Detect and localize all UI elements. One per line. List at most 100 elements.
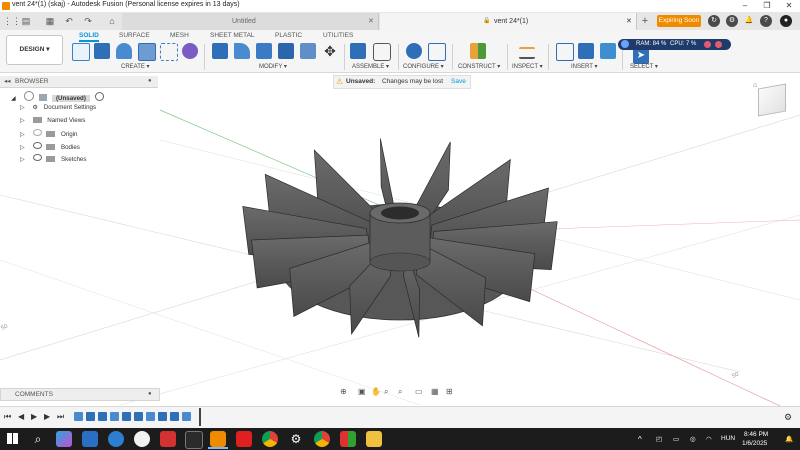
tab-untitled[interactable]: Untitled ✕: [122, 13, 379, 30]
chrome-profile-icon[interactable]: [314, 431, 330, 447]
go-to-start-icon[interactable]: ⏮: [4, 412, 11, 422]
play-icon[interactable]: ▶: [31, 412, 37, 421]
tab-close-icon[interactable]: ✕: [368, 13, 374, 30]
tab-plastic[interactable]: PLASTIC: [275, 32, 302, 39]
clock-date[interactable]: 1/6/2025: [742, 440, 767, 447]
keyboard-language[interactable]: HUN: [721, 435, 735, 442]
orbit-icon[interactable]: ⊕: [340, 387, 347, 396]
timeline-feature-icon[interactable]: [146, 412, 155, 421]
tab-vent[interactable]: 🔒 vent 24*(1) ✕: [380, 13, 637, 30]
offset-plane-icon[interactable]: [470, 43, 486, 59]
timeline-marker[interactable]: [199, 408, 201, 426]
browser-item-sketches[interactable]: ▷ Sketches: [20, 154, 86, 163]
copilot-icon[interactable]: [56, 431, 72, 447]
select-menu[interactable]: SELECT ▾: [630, 63, 658, 70]
tab-utilities[interactable]: UTILITIES: [323, 32, 353, 39]
job-status-icon[interactable]: ↻: [708, 15, 720, 27]
zoom-window-icon[interactable]: ⌕: [398, 387, 402, 397]
tray-app-icon[interactable]: ◰: [656, 435, 662, 443]
add-comment-icon[interactable]: ●: [148, 389, 152, 400]
expand-arrow-icon[interactable]: ▷: [20, 131, 25, 138]
browser-item-named-views[interactable]: ▷ Named Views: [20, 117, 85, 124]
measure-icon[interactable]: [519, 47, 535, 59]
insert-menu[interactable]: INSERT ▾: [571, 63, 597, 70]
timeline-feature-icon[interactable]: [110, 412, 119, 421]
search-icon[interactable]: ⌕: [30, 431, 46, 447]
grid-settings-icon[interactable]: ▦: [431, 387, 439, 396]
battery-icon[interactable]: ▭: [673, 435, 679, 443]
timeline-feature-icon[interactable]: [182, 412, 191, 421]
app-grid-color-icon[interactable]: [340, 431, 356, 447]
combine-icon[interactable]: [300, 43, 316, 59]
maximize-button[interactable]: ❐: [756, 0, 778, 12]
insert-mesh-icon[interactable]: [578, 43, 594, 59]
canvas-viewport[interactable]: 50 50: [0, 73, 800, 406]
expand-arrow-icon[interactable]: ▷: [20, 104, 25, 111]
step-back-icon[interactable]: ◀: [18, 412, 24, 421]
avatar[interactable]: ●: [780, 15, 792, 27]
timeline-feature-icon[interactable]: [74, 412, 83, 421]
extrude-icon[interactable]: [94, 43, 110, 59]
select-icon[interactable]: ➤: [633, 48, 649, 64]
apps-grid-icon[interactable]: ⋮⋮: [3, 15, 21, 27]
go-to-end-icon[interactable]: ⏭: [57, 412, 64, 422]
file-menu-icon[interactable]: ▤: [20, 15, 32, 27]
assemble-menu[interactable]: ASSEMBLE ▾: [352, 63, 389, 70]
browser-item-document-settings[interactable]: ▷ ⚙ Document Settings: [20, 104, 96, 111]
new-component-icon[interactable]: [350, 43, 366, 59]
hole-icon[interactable]: [138, 43, 156, 61]
new-sketch-icon[interactable]: [72, 43, 90, 61]
view-cube[interactable]: [758, 83, 786, 117]
workspace-switcher[interactable]: DESIGN ▾: [6, 35, 63, 65]
close-button[interactable]: ✕: [778, 0, 800, 12]
wifi-icon[interactable]: ◠: [706, 435, 712, 443]
settings-icon[interactable]: ⚙: [288, 431, 304, 447]
visibility-icon[interactable]: [23, 91, 34, 101]
configure-menu[interactable]: CONFIGURE ▾: [403, 63, 444, 70]
timeline-feature-icon[interactable]: [86, 412, 95, 421]
notification-center-icon[interactable]: 🔔: [785, 435, 793, 443]
configure-table-icon[interactable]: [428, 43, 446, 61]
help-icon[interactable]: ?: [760, 15, 772, 27]
stop-icon[interactable]: [715, 41, 722, 48]
extensions-icon[interactable]: ⚙: [726, 15, 738, 27]
comments-panel-header[interactable]: COMMENTS ●: [0, 388, 160, 401]
timeline-feature-icon[interactable]: [170, 412, 179, 421]
clock-time[interactable]: 8:46 PM: [744, 431, 768, 438]
browser-panel-header[interactable]: ◂◂ BROWSER ●: [0, 76, 158, 88]
pan-icon[interactable]: ✋: [371, 387, 381, 396]
insert-canvas-icon[interactable]: [600, 43, 616, 59]
redo-icon[interactable]: ↷: [82, 15, 94, 27]
configure-icon[interactable]: [406, 43, 422, 59]
inspect-menu[interactable]: INSPECT ▾: [512, 63, 543, 70]
expiring-soon-button[interactable]: Expiring Soon: [657, 15, 701, 27]
start-button-icon[interactable]: [7, 433, 18, 444]
revolve-icon[interactable]: [116, 43, 132, 59]
zoom-icon[interactable]: ⌕: [384, 387, 388, 397]
record-dot-icon[interactable]: [94, 92, 104, 101]
pin-icon[interactable]: ●: [148, 76, 152, 87]
timeline-feature-icon[interactable]: [98, 412, 107, 421]
pattern-icon[interactable]: [160, 43, 178, 61]
move-icon[interactable]: ✥: [322, 43, 338, 59]
home-view-icon[interactable]: ⌂: [753, 82, 757, 89]
tab-surface[interactable]: SURFACE: [119, 32, 150, 39]
timeline-feature-icon[interactable]: [134, 412, 143, 421]
visibility-icon[interactable]: [32, 154, 42, 161]
chamfer-icon[interactable]: [256, 43, 272, 59]
press-pull-icon[interactable]: [212, 43, 228, 59]
file-explorer-icon[interactable]: [366, 431, 382, 447]
data-panel-icon[interactable]: ▦: [44, 15, 56, 27]
visibility-icon[interactable]: [32, 129, 42, 136]
record-icon[interactable]: [704, 41, 711, 48]
collapse-icon[interactable]: ◂◂: [4, 76, 11, 87]
fusion-taskbar-icon[interactable]: [210, 431, 226, 447]
timeline-feature-icon[interactable]: [122, 412, 131, 421]
expand-arrow-icon[interactable]: ▷: [20, 144, 25, 151]
expand-arrow-icon[interactable]: ◢: [11, 95, 16, 102]
save-link[interactable]: Save: [451, 76, 466, 88]
fan-impeller-model[interactable]: [242, 138, 558, 338]
outlook-icon[interactable]: [82, 431, 98, 447]
modify-menu[interactable]: MODIFY ▾: [259, 63, 287, 70]
browser-item-origin[interactable]: ▷ Origin: [20, 129, 77, 138]
